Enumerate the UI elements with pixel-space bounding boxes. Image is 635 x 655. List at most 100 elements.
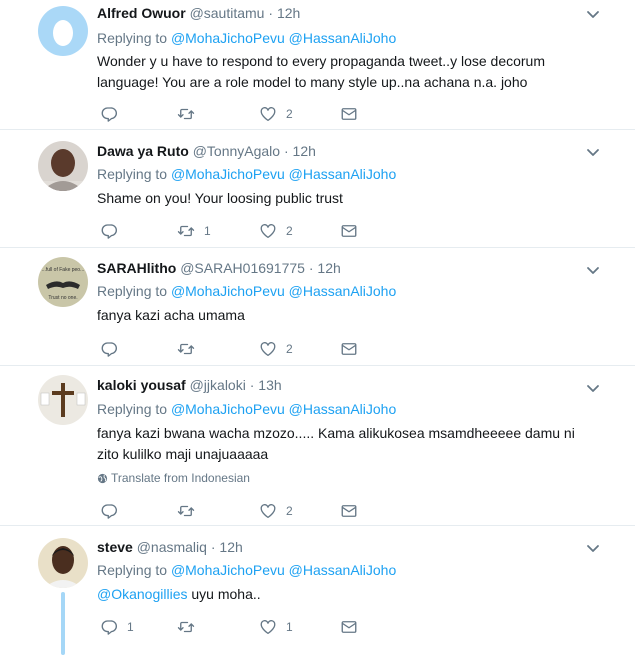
replying-to: Replying to @MohaJichoPevu @HassanAliJoh… <box>97 399 396 419</box>
user-handle[interactable]: @SARAH01691775 <box>180 260 305 276</box>
handshake-image-avatar-icon: ...full of Fake peo... Trust no one. <box>38 257 88 307</box>
like-button[interactable]: 2 <box>259 221 293 241</box>
reply-mention-link[interactable]: @MohaJichoPevu <box>171 166 285 182</box>
retweet-icon <box>177 105 195 123</box>
reply-icon <box>100 340 118 358</box>
avatar[interactable] <box>38 538 88 588</box>
tweet-sarahlitho[interactable]: ...full of Fake peo... Trust no one. SAR… <box>0 248 635 366</box>
tweet-header: Dawa ya Ruto @TonnyAgalo · 12h <box>97 141 316 161</box>
direct-message-button[interactable] <box>340 501 358 521</box>
replying-to-label: Replying to <box>97 401 168 417</box>
default-egg-avatar-icon <box>38 6 88 56</box>
chevron-down-icon[interactable] <box>585 380 601 396</box>
retweet-icon <box>177 618 195 636</box>
chevron-down-icon[interactable] <box>585 6 601 22</box>
timestamp[interactable]: 12h <box>219 539 242 555</box>
heart-icon <box>259 502 277 520</box>
avatar[interactable] <box>38 375 88 425</box>
reply-mention-link[interactable]: @HassanAliJoho <box>289 30 397 46</box>
avatar[interactable] <box>38 6 88 56</box>
timestamp[interactable]: 12h <box>277 5 300 21</box>
direct-message-button[interactable] <box>340 104 358 124</box>
display-name[interactable]: Dawa ya Ruto <box>97 143 189 159</box>
envelope-icon <box>340 502 358 520</box>
retweet-button[interactable] <box>177 104 204 124</box>
reply-mention-link[interactable]: @HassanAliJoho <box>289 401 397 417</box>
avatar[interactable] <box>38 141 88 191</box>
reply-mention-link[interactable]: @MohaJichoPevu <box>171 401 285 417</box>
display-name[interactable]: steve <box>97 539 133 555</box>
tweet-text: Wonder y u have to respond to every prop… <box>97 53 546 90</box>
like-count: 2 <box>286 504 293 518</box>
separator-dot: · <box>210 539 216 555</box>
reply-button[interactable] <box>100 221 127 241</box>
chevron-down-icon[interactable] <box>585 262 601 278</box>
avatar-caption-bottom: Trust no one. <box>48 295 77 301</box>
reply-mention-link[interactable]: @HassanAliJoho <box>289 562 397 578</box>
direct-message-button[interactable] <box>340 617 358 637</box>
heart-icon <box>259 105 277 123</box>
reply-count: 1 <box>127 620 134 634</box>
reply-mention-link[interactable]: @MohaJichoPevu <box>171 283 285 299</box>
display-name[interactable]: SARAHlitho <box>97 260 176 276</box>
like-button[interactable]: 1 <box>259 617 293 637</box>
user-photo-avatar-icon <box>38 538 88 588</box>
replying-to-label: Replying to <box>97 562 168 578</box>
retweet-button[interactable]: 1 <box>177 221 211 241</box>
envelope-icon <box>340 340 358 358</box>
like-button[interactable]: 2 <box>259 104 293 124</box>
retweet-button[interactable] <box>177 617 204 637</box>
reply-mention-link[interactable]: @HassanAliJoho <box>289 283 397 299</box>
reply-button[interactable] <box>100 501 127 521</box>
display-name[interactable]: kaloki yousaf <box>97 377 186 393</box>
reply-mention-link[interactable]: @MohaJichoPevu <box>171 562 285 578</box>
separator-dot: · <box>283 143 289 159</box>
reply-icon <box>100 105 118 123</box>
user-handle[interactable]: @sautitamu <box>190 5 265 21</box>
translate-label: Translate from Indonesian <box>111 471 250 485</box>
direct-message-button[interactable] <box>340 221 358 241</box>
tweet-dawa-ya-ruto[interactable]: Dawa ya Ruto @TonnyAgalo · 12h Replying … <box>0 130 635 248</box>
replying-to: Replying to @MohaJichoPevu @HassanAliJoh… <box>97 164 396 184</box>
tweet-actions: 2 <box>97 104 397 124</box>
like-button[interactable]: 2 <box>259 501 293 521</box>
reply-button[interactable] <box>100 339 127 359</box>
reply-mention-link[interactable]: @HassanAliJoho <box>289 166 397 182</box>
retweet-icon <box>177 222 195 240</box>
separator-dot: · <box>308 260 314 276</box>
timestamp[interactable]: 12h <box>317 260 340 276</box>
avatar[interactable]: ...full of Fake peo... Trust no one. <box>38 257 88 307</box>
user-handle[interactable]: @jjkaloki <box>190 377 246 393</box>
separator-dot: · <box>268 5 274 21</box>
direct-message-button[interactable] <box>340 339 358 359</box>
envelope-icon <box>340 105 358 123</box>
chevron-down-icon[interactable] <box>585 540 601 556</box>
tweet-kaloki-yousaf[interactable]: kaloki yousaf @jjkaloki · 13h Replying t… <box>0 366 635 526</box>
reply-button[interactable]: 1 <box>100 617 134 637</box>
tweet-steve[interactable]: steve @nasmaliq · 12h Replying to @MohaJ… <box>0 526 635 655</box>
tweet-feed: Alfred Owuor @sautitamu · 12h Replying t… <box>0 0 635 655</box>
like-button[interactable]: 2 <box>259 339 293 359</box>
tweet-alfred-owuor[interactable]: Alfred Owuor @sautitamu · 12h Replying t… <box>0 0 635 130</box>
retweet-button[interactable] <box>177 501 204 521</box>
user-handle[interactable]: @TonnyAgalo <box>193 143 280 159</box>
reply-mention-link[interactable]: @MohaJichoPevu <box>171 30 285 46</box>
heart-icon <box>259 618 277 636</box>
user-handle[interactable]: @nasmaliq <box>137 539 207 555</box>
translate-link[interactable]: Translate from Indonesian <box>97 470 250 486</box>
text-mention-link[interactable]: @Okanogillies <box>97 586 187 602</box>
chevron-down-icon[interactable] <box>585 144 601 160</box>
timestamp[interactable]: 12h <box>293 143 316 159</box>
tweet-body: uyu moha.. <box>187 586 261 602</box>
avatar-caption-top: ...full of Fake peo... <box>42 267 85 273</box>
like-count: 1 <box>286 620 293 634</box>
replying-to: Replying to @MohaJichoPevu @HassanAliJoh… <box>97 560 396 580</box>
cross-image-avatar-icon <box>38 375 88 425</box>
display-name[interactable]: Alfred Owuor <box>97 5 186 21</box>
like-count: 2 <box>286 224 293 238</box>
replying-to-label: Replying to <box>97 283 168 299</box>
envelope-icon <box>340 618 358 636</box>
retweet-button[interactable] <box>177 339 204 359</box>
reply-button[interactable] <box>100 104 127 124</box>
timestamp[interactable]: 13h <box>258 377 281 393</box>
